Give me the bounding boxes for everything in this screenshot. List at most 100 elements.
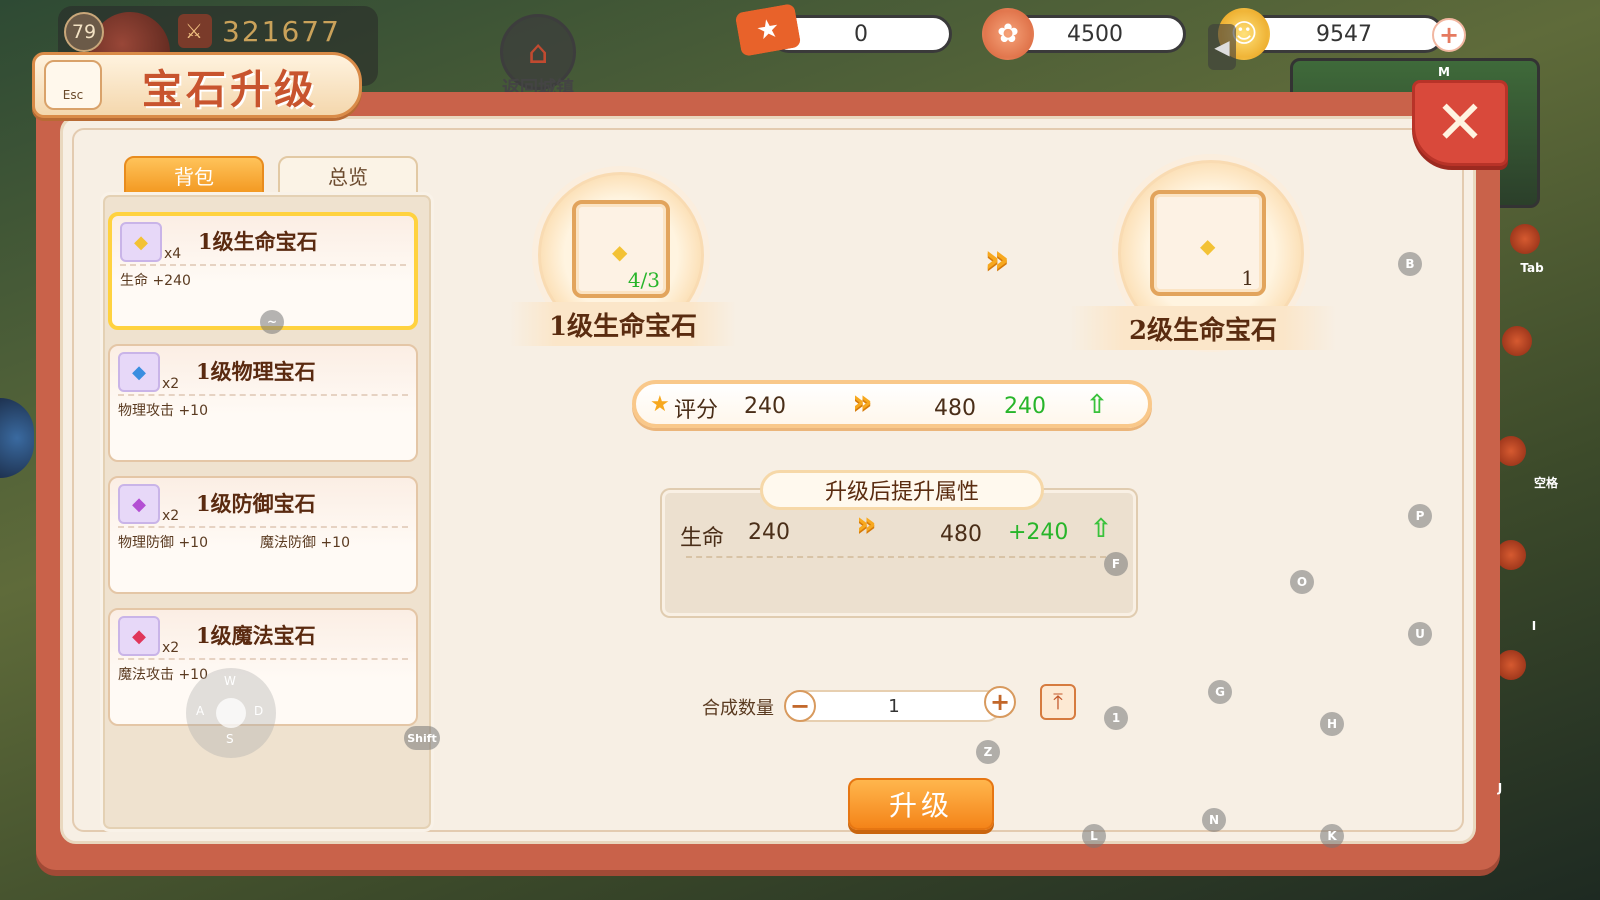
source-gem-slot[interactable]: ◆ 4/3 [572, 200, 670, 298]
hotkey-n: N [1202, 808, 1226, 832]
life-gem-icon: ◆ [1200, 234, 1216, 258]
key-s: S [226, 732, 234, 746]
key-d: D [254, 704, 264, 718]
combat-power-value: 321677 [222, 14, 341, 48]
side-menu-icon[interactable] [1510, 224, 1540, 254]
target-count: 1 [1241, 266, 1254, 290]
hotkey-shift: Shift [404, 726, 440, 750]
life-gem-icon: ◆ [612, 240, 628, 264]
max-icon: ⤒ [1053, 689, 1063, 715]
divider [118, 394, 408, 396]
player-level-badge: 79 [64, 12, 104, 52]
gem-card-physical[interactable]: ◆ x2 1级物理宝石 物理攻击 +10 [108, 344, 418, 462]
decrease-quantity-button[interactable]: − [784, 690, 816, 722]
gold-currency-value: 9547 [1316, 21, 1372, 47]
paw-icon: ✿ [982, 8, 1034, 60]
hotkey-tab: Tab [1520, 261, 1544, 275]
side-menu-icon[interactable] [1496, 650, 1526, 680]
combat-power: ⚔ 321677 [178, 14, 341, 48]
attribute-title: 升级后提升属性 [760, 470, 1044, 510]
gem-name: 1级生命宝石 [198, 229, 318, 254]
key-w: W [224, 674, 236, 688]
quantity-label: 合成数量 [702, 698, 774, 719]
hotkey-f: F [1104, 552, 1128, 576]
side-menu-icon[interactable] [1502, 326, 1532, 356]
upgrade-button[interactable]: 升级 [848, 778, 994, 830]
hotkey-1: 1 [1104, 706, 1128, 730]
gem-card-defense[interactable]: ◆ x2 1级防御宝石 物理防御 +10 魔法防御 +10 [108, 476, 418, 594]
joystick-knob[interactable] [216, 698, 246, 728]
score-after: 480 [934, 396, 976, 421]
collapse-arrow-icon[interactable]: ◀ [1208, 24, 1236, 70]
gem-name: 1级物理宝石 [196, 359, 316, 384]
hotkey-space: 空格 [1533, 475, 1558, 490]
castle-icon: ⌂ [527, 33, 549, 71]
gem-stat: 物理防御 +10 [118, 535, 208, 551]
hotkey-l: L [1082, 824, 1106, 848]
source-progress: 4/3 [627, 268, 660, 292]
gem-icon: ◆ [120, 222, 162, 262]
score-gain: 240 [1004, 394, 1046, 419]
gem-stat: 物理攻击 +10 [118, 403, 208, 419]
target-gem-slot[interactable]: ◆ 1 [1150, 190, 1266, 296]
gem-count: x2 [162, 640, 180, 656]
quantity-input[interactable]: 1 [786, 690, 1002, 722]
divider [118, 658, 408, 660]
attribute-name: 生命 [680, 526, 725, 551]
gold-currency: 9547 [1244, 15, 1444, 53]
target-gem-name: 2级生命宝石 [1070, 306, 1336, 350]
up-arrow-icon: ⇧ [1090, 514, 1112, 544]
gem-name: 1级魔法宝石 [196, 623, 316, 648]
hotkey-tilde: ~ [260, 310, 284, 334]
gem-count: x2 [162, 508, 180, 524]
side-menu-icon[interactable] [1496, 540, 1526, 570]
star-icon: ★ [650, 392, 670, 417]
esc-key-label: Esc [62, 88, 84, 102]
max-quantity-button[interactable]: ⤒ [1040, 684, 1076, 720]
hotkey-j: J [1497, 781, 1503, 795]
divider [686, 556, 1106, 558]
hotkey-p: P [1408, 504, 1432, 528]
attribute-gain: +240 [1008, 520, 1069, 545]
gem-icon: ◆ [118, 352, 160, 392]
hotkey-h: H [1320, 712, 1344, 736]
gem-count: x2 [162, 376, 180, 392]
gem-icon: ◆ [118, 484, 160, 524]
add-gold-button[interactable]: + [1432, 18, 1466, 52]
gem-name: 1级防御宝石 [196, 491, 316, 516]
double-arrow-icon: » [852, 382, 872, 420]
hotkey-b: B [1398, 252, 1422, 276]
gem-stat: 魔法防御 +10 [260, 535, 350, 551]
tab-bag[interactable]: 背包 [124, 156, 264, 194]
attribute-before: 240 [748, 520, 790, 545]
gem-stat: 生命 +240 [120, 273, 191, 289]
score-label: 评分 [674, 398, 719, 423]
esc-key-hint[interactable]: Esc [44, 60, 102, 110]
up-arrow-icon: ⇧ [1086, 390, 1108, 420]
hotkey-g: G [1208, 680, 1232, 704]
ticket-currency-value: 0 [854, 21, 868, 47]
attribute-after: 480 [940, 522, 982, 547]
dialog-title: 宝石升级 [142, 66, 318, 113]
hotkey-o: O [1290, 570, 1314, 594]
tab-overview[interactable]: 总览 [278, 156, 418, 194]
gem-count: x4 [164, 246, 182, 262]
increase-quantity-button[interactable]: + [984, 686, 1016, 718]
close-icon: ✕ [1434, 88, 1486, 158]
hotkey-k: K [1320, 824, 1344, 848]
close-button[interactable]: ✕ [1412, 80, 1508, 166]
side-menu-icon[interactable] [1496, 436, 1526, 466]
source-gem-name: 1级生命宝石 [510, 302, 736, 346]
hotkey-i: I [1531, 619, 1537, 633]
left-edge-icon[interactable] [0, 398, 34, 478]
gem-stat: 魔法攻击 +10 [118, 667, 208, 683]
quantity-value: 1 [888, 695, 900, 717]
score-before: 240 [744, 394, 786, 419]
divider [118, 526, 408, 528]
sword-icon: ⚔ [178, 14, 212, 48]
gem-icon: ◆ [118, 616, 160, 656]
paw-currency-value: 4500 [1067, 21, 1123, 47]
double-arrow-icon: » [984, 236, 1010, 282]
double-arrow-icon: » [856, 504, 876, 542]
divider [120, 264, 406, 266]
